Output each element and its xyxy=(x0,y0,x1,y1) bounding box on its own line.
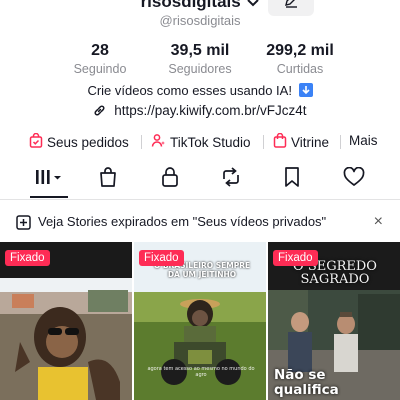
pencil-icon xyxy=(283,0,299,13)
pinned-badge: Fixado xyxy=(273,250,318,266)
tabs-divider xyxy=(0,199,400,200)
tab-shop[interactable] xyxy=(88,163,128,195)
video-caption: Não se qualifica xyxy=(274,367,339,399)
lock-icon xyxy=(160,166,180,193)
down-arrow-emoji-icon xyxy=(298,83,313,97)
showcase-shortcut[interactable]: Vitrine xyxy=(273,132,330,151)
video-thumbnail[interactable]: Fixado xyxy=(0,242,132,400)
orders-label: Seus pedidos xyxy=(47,134,129,150)
stat-label: Seguidores xyxy=(168,62,232,76)
profile-bio: Crie vídeos como esses usando IA! xyxy=(0,83,400,98)
profile-handle: @risosdigitais xyxy=(159,13,241,28)
video-thumbnail[interactable]: Fixado O BRASILEIRO SEMPRE DÁ UM JEITINH… xyxy=(134,242,266,400)
bio-link-text: https://pay.kiwify.com.br/vFJcz4t xyxy=(114,103,307,118)
pinned-badge: Fixado xyxy=(5,250,50,266)
tab-liked[interactable] xyxy=(334,163,374,195)
stat-following[interactable]: 28 Seguindo xyxy=(50,42,150,76)
divider xyxy=(340,135,341,149)
profile-username-switcher[interactable]: risosdigitais xyxy=(0,0,400,13)
heart-icon xyxy=(343,166,365,192)
username: risosdigitais xyxy=(140,0,241,11)
link-icon xyxy=(93,103,114,118)
stat-value: 299,2 mil xyxy=(266,42,334,59)
divider xyxy=(263,135,264,149)
pinned-badge: Fixado xyxy=(139,250,184,266)
content-tabs xyxy=(0,163,400,199)
close-icon[interactable]: × xyxy=(374,213,383,231)
shopping-bag-icon xyxy=(98,166,118,193)
more-label: Mais xyxy=(349,133,378,148)
divider xyxy=(141,135,142,149)
video-thumbnail[interactable]: Fixado O SEGREDO SAGRADO Não se qualific… xyxy=(268,242,400,400)
video-grid: Fixado Fixado O BRASILEIRO SEMPRE DÁ UM … xyxy=(0,242,400,400)
showcase-label: Vitrine xyxy=(291,134,330,150)
tab-videos[interactable] xyxy=(29,163,69,195)
active-tab-indicator xyxy=(30,196,68,198)
tab-private[interactable] xyxy=(150,163,190,195)
stories-banner[interactable]: Veja Stories expirados em "Seus vídeos p… xyxy=(0,209,400,237)
profile-stats: 28 Seguindo 39,5 mil Seguidores 299,2 mi… xyxy=(0,42,400,76)
stat-value: 39,5 mil xyxy=(170,42,230,59)
chevron-down-icon xyxy=(247,0,260,13)
shopping-bag-check-icon xyxy=(29,132,47,151)
orders-shortcut[interactable]: Seus pedidos xyxy=(29,132,129,151)
shopping-bag-icon xyxy=(273,132,291,151)
profile-shortcuts: Seus pedidos TikTok Studio Vitrine Mais xyxy=(0,132,400,151)
studio-person-sparkle-icon xyxy=(151,133,170,151)
stat-likes[interactable]: 299,2 mil Curtidas xyxy=(250,42,350,76)
bookmark-icon xyxy=(283,166,301,193)
tiktok-studio-shortcut[interactable]: TikTok Studio xyxy=(151,133,251,151)
bio-link[interactable]: https://pay.kiwify.com.br/vFJcz4t xyxy=(0,103,400,118)
stat-label: Seguindo xyxy=(73,62,127,76)
tab-reposts[interactable] xyxy=(211,163,251,195)
repost-icon xyxy=(220,166,242,193)
stat-value: 28 xyxy=(91,42,109,59)
video-subtitle: agora tem acesso ao mesmo no mundo do ag… xyxy=(147,366,255,378)
studio-label: TikTok Studio xyxy=(170,134,251,150)
tab-saved[interactable] xyxy=(272,163,312,195)
stories-banner-text: Veja Stories expirados em "Seus vídeos p… xyxy=(38,214,327,229)
stat-followers[interactable]: 39,5 mil Seguidores xyxy=(150,42,250,76)
add-story-icon xyxy=(16,215,31,235)
stat-label: Curtidas xyxy=(276,62,324,76)
bio-text: Crie vídeos como esses usando IA! xyxy=(87,83,292,98)
more-shortcut[interactable]: Mais xyxy=(349,133,378,148)
grid-bars-icon xyxy=(34,168,64,191)
